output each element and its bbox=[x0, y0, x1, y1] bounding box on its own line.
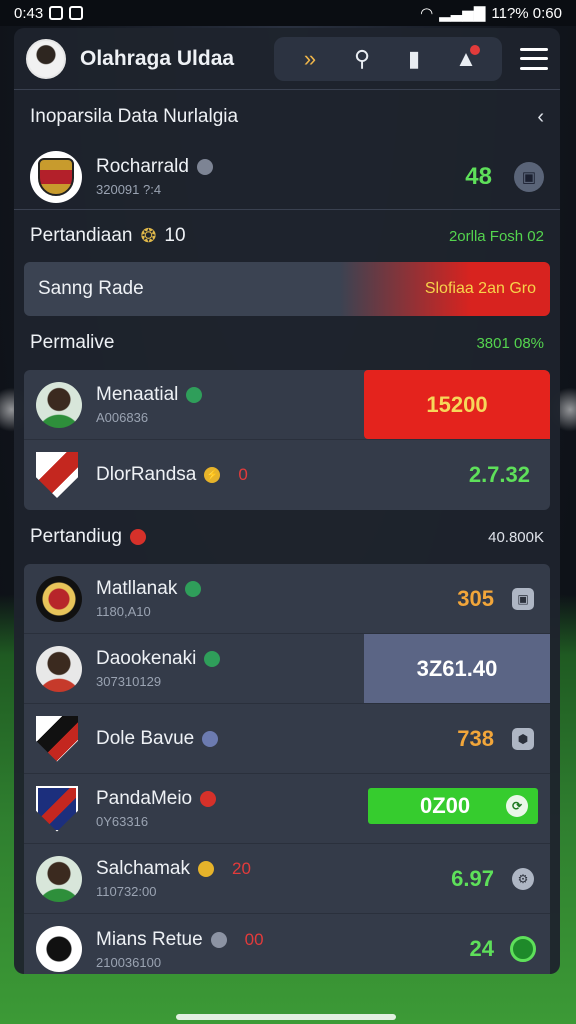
section-header-permalive: Permalive 3801 08% bbox=[14, 316, 560, 370]
club-name: PandaMeio bbox=[96, 788, 193, 809]
status-right-text: 11?% 0:60 bbox=[491, 4, 562, 22]
player-avatar bbox=[36, 381, 82, 428]
forward-icon[interactable]: » bbox=[284, 37, 336, 81]
live-right-text: Slofiaa 2an Gro bbox=[424, 280, 536, 297]
trophy-icon: ❂ bbox=[140, 225, 157, 247]
team-name: Rocharrald bbox=[96, 156, 189, 177]
match-row[interactable]: Pertandiaan ❂ 10 2orlla Fosh 02 bbox=[14, 210, 560, 262]
team-score: 48 bbox=[465, 162, 492, 190]
list-item[interactable]: Salchamak 20 110732:00 6.97 ⚙ bbox=[24, 844, 550, 914]
badge-count: 00 bbox=[244, 929, 264, 949]
lock-icon[interactable]: ▣ bbox=[514, 161, 544, 192]
list-item[interactable]: Dole Bavue 738 ⬢ bbox=[24, 704, 550, 774]
value-bar: 0Z00 ⟳ bbox=[368, 788, 538, 824]
alert-dot-icon bbox=[200, 791, 217, 807]
search-icon[interactable]: ⚲ bbox=[336, 37, 388, 81]
toolbar: » ⚲ ▮ ▲ bbox=[274, 36, 502, 81]
avatar[interactable] bbox=[26, 38, 66, 79]
club-name: Mians Retue bbox=[96, 928, 203, 950]
badge-count: 20 bbox=[232, 859, 251, 878]
player-avatar bbox=[36, 855, 82, 902]
list-item[interactable]: Menaatial A006836 15200 bbox=[24, 370, 550, 440]
player-name: Menaatial bbox=[96, 384, 179, 405]
status-bar: 0:43 ◠ ▂▃▅▇ 11?% 0:60 bbox=[0, 0, 576, 26]
wifi-icon: ◠ bbox=[420, 5, 434, 22]
permalive-list: Menaatial A006836 15200 DlorRandsa ⚡ 0 2.7… bbox=[24, 370, 550, 510]
club-shield-icon bbox=[36, 452, 78, 498]
player-name: Daookenaki bbox=[96, 648, 197, 669]
match-number: 10 bbox=[164, 225, 186, 246]
lock-icon[interactable]: ▣ bbox=[512, 587, 534, 610]
list-item[interactable]: Mians Retue 00 210036100 24 bbox=[24, 914, 550, 974]
app-header: Olahraga Uldaa » ⚲ ▮ ▲ bbox=[14, 28, 560, 90]
club-crest-icon bbox=[30, 150, 82, 203]
row-value: 0Z00 bbox=[420, 793, 471, 818]
featured-team-row[interactable]: Rocharrald 320091 ?:4 48 ▣ bbox=[14, 144, 560, 210]
status-time: 0:43 bbox=[14, 4, 44, 22]
active-status-icon[interactable] bbox=[510, 936, 536, 962]
alert-dot-icon bbox=[129, 529, 146, 545]
hamburger-menu-icon[interactable] bbox=[520, 47, 548, 70]
app-window: Olahraga Uldaa » ⚲ ▮ ▲ Inoparsila Data N… bbox=[14, 28, 560, 974]
info-dot-icon bbox=[196, 159, 213, 175]
club-name: Matllanak bbox=[96, 578, 178, 599]
bell-icon[interactable]: ▲ bbox=[440, 37, 492, 81]
chevron-left-icon[interactable]: ‹ bbox=[537, 106, 544, 129]
bolt-icon bbox=[198, 861, 214, 877]
player-avatar bbox=[36, 645, 82, 692]
app-notification-icon bbox=[69, 6, 84, 20]
signal-icon: ▂▃▅▇ bbox=[439, 5, 486, 22]
app-title: Olahraga Uldaa bbox=[80, 46, 235, 70]
club-name: Dole Bavue bbox=[96, 727, 195, 749]
match-right-text: 2orlla Fosh 02 bbox=[448, 227, 544, 245]
section-header-data: Inoparsila Data Nurlalgia ‹ bbox=[14, 90, 560, 144]
info-dot-icon bbox=[210, 931, 227, 948]
status-dot-icon bbox=[186, 387, 203, 403]
row-value: 305 bbox=[457, 585, 494, 611]
live-label: Sanng Rade bbox=[38, 278, 144, 299]
notification-icon bbox=[49, 6, 64, 20]
section-stat: 40.800K bbox=[488, 528, 544, 546]
club-crest-icon bbox=[36, 575, 82, 622]
row-value: 3Z61.40 bbox=[364, 634, 550, 703]
notification-dot bbox=[470, 44, 480, 55]
document-icon[interactable]: ▮ bbox=[388, 37, 440, 81]
team-sub: 320091 ?:4 bbox=[96, 182, 162, 197]
list-item[interactable]: DlorRandsa ⚡ 0 2.7.32 bbox=[24, 440, 550, 510]
home-indicator[interactable] bbox=[176, 1014, 396, 1020]
row-value: 15200 bbox=[364, 370, 550, 439]
section-stat: 3801 08% bbox=[476, 334, 544, 352]
club-shield-icon bbox=[36, 785, 78, 832]
status-dot-icon bbox=[185, 581, 202, 597]
list-item[interactable]: PandaMeio 0Y63316 0Z00 ⟳ bbox=[24, 774, 550, 844]
live-banner[interactable]: Sanng Rade Slofiaa 2an Gro bbox=[24, 262, 550, 316]
row-value: 738 bbox=[457, 725, 494, 751]
list-item[interactable]: Daookenaki 307310129 3Z61.40 bbox=[24, 634, 550, 704]
match-label: Pertandiaan bbox=[30, 225, 133, 246]
section-header-pertandiug: Pertandiug 40.800K bbox=[14, 510, 560, 564]
info-dot-icon bbox=[202, 730, 219, 747]
club-crest-icon bbox=[36, 926, 82, 972]
club-name: DlorRandsa bbox=[96, 464, 197, 485]
list-item[interactable]: Matllanak 1180,A10 305 ▣ bbox=[24, 564, 550, 634]
settings-icon[interactable]: ⚙ bbox=[512, 867, 534, 890]
row-value: 2.7.32 bbox=[468, 462, 530, 487]
player-name: Salchamak bbox=[96, 858, 190, 879]
section-title: Pertandiug bbox=[30, 526, 122, 547]
row-value: 6.97 bbox=[451, 865, 494, 891]
refresh-icon[interactable]: ⟳ bbox=[506, 795, 528, 817]
pertandiug-list: Matllanak 1180,A10 305 ▣ Daookenaki 3073… bbox=[24, 564, 550, 974]
badge-count: 0 bbox=[238, 465, 248, 484]
section-title: Inoparsila Data Nurlalgia bbox=[30, 106, 239, 127]
section-title: Permalive bbox=[30, 332, 115, 353]
club-shield-icon bbox=[36, 715, 78, 762]
shield-icon[interactable]: ⬢ bbox=[512, 727, 534, 750]
status-dot-icon bbox=[204, 651, 221, 667]
bolt-icon: ⚡ bbox=[204, 467, 221, 483]
